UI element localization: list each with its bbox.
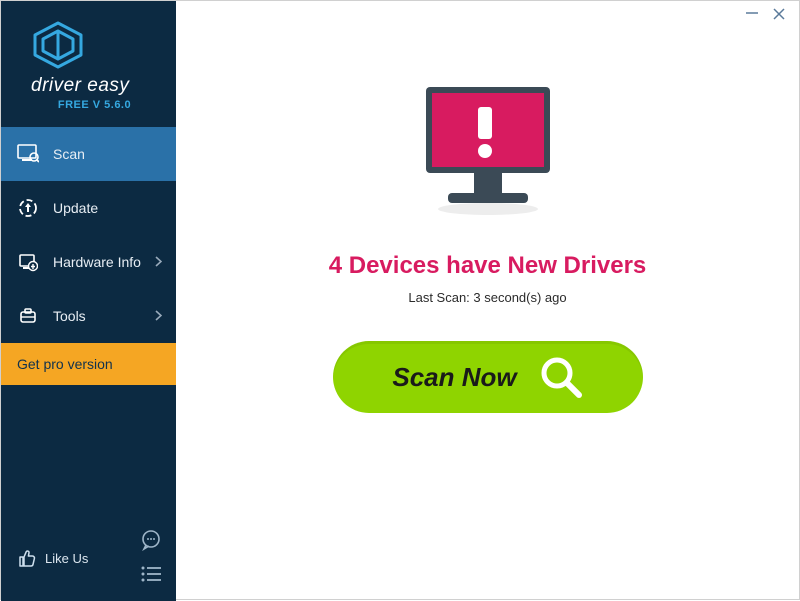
last-scan-text: Last Scan: 3 second(s) ago [408, 290, 566, 305]
status-heading: 4 Devices have New Drivers [329, 252, 647, 280]
sidebar-item-scan[interactable]: Scan [1, 127, 176, 181]
scan-now-label: Scan Now [392, 362, 516, 393]
chevron-right-icon [155, 255, 162, 270]
monitor-alert-icon [408, 81, 568, 221]
sidebar-item-label: Update [53, 200, 98, 216]
update-icon [17, 197, 39, 219]
like-us-button[interactable]: Like Us [17, 548, 88, 568]
sidebar-item-tools[interactable]: Tools [1, 289, 176, 343]
sidebar: driver easy FREE V 5.6.0 Scan Update Har… [1, 1, 176, 601]
close-button[interactable] [773, 7, 785, 24]
sidebar-item-label: Scan [53, 146, 85, 162]
scan-now-button[interactable]: Scan Now [333, 341, 643, 413]
sidebar-item-update[interactable]: Update [1, 181, 176, 235]
menu-list-icon[interactable] [140, 566, 162, 587]
sidebar-item-get-pro[interactable]: Get pro version [1, 343, 176, 385]
app-logo-icon [31, 21, 85, 69]
sidebar-item-label: Get pro version [17, 356, 113, 372]
minimize-button[interactable] [745, 6, 759, 24]
logo-block: driver easy FREE V 5.6.0 [1, 1, 176, 121]
sidebar-item-label: Hardware Info [53, 254, 141, 270]
sidebar-nav: Scan Update Hardware Info Tools [1, 127, 176, 385]
app-brand: driver easy [31, 75, 158, 97]
sidebar-item-hardware-info[interactable]: Hardware Info [1, 235, 176, 289]
chevron-right-icon [155, 309, 162, 324]
tools-icon [17, 305, 39, 327]
sidebar-footer: Like Us [1, 519, 176, 601]
magnifier-icon [539, 355, 583, 399]
hardware-icon [17, 251, 39, 273]
status-illustration [408, 81, 568, 226]
feedback-icon[interactable] [140, 529, 162, 556]
like-us-label: Like Us [45, 551, 88, 566]
main-panel: 4 Devices have New Drivers Last Scan: 3 … [176, 1, 799, 599]
thumbs-up-icon [17, 548, 37, 568]
window-controls [731, 1, 799, 29]
sidebar-item-label: Tools [53, 308, 86, 324]
app-version: FREE V 5.6.0 [31, 99, 158, 111]
scan-icon [17, 143, 39, 165]
